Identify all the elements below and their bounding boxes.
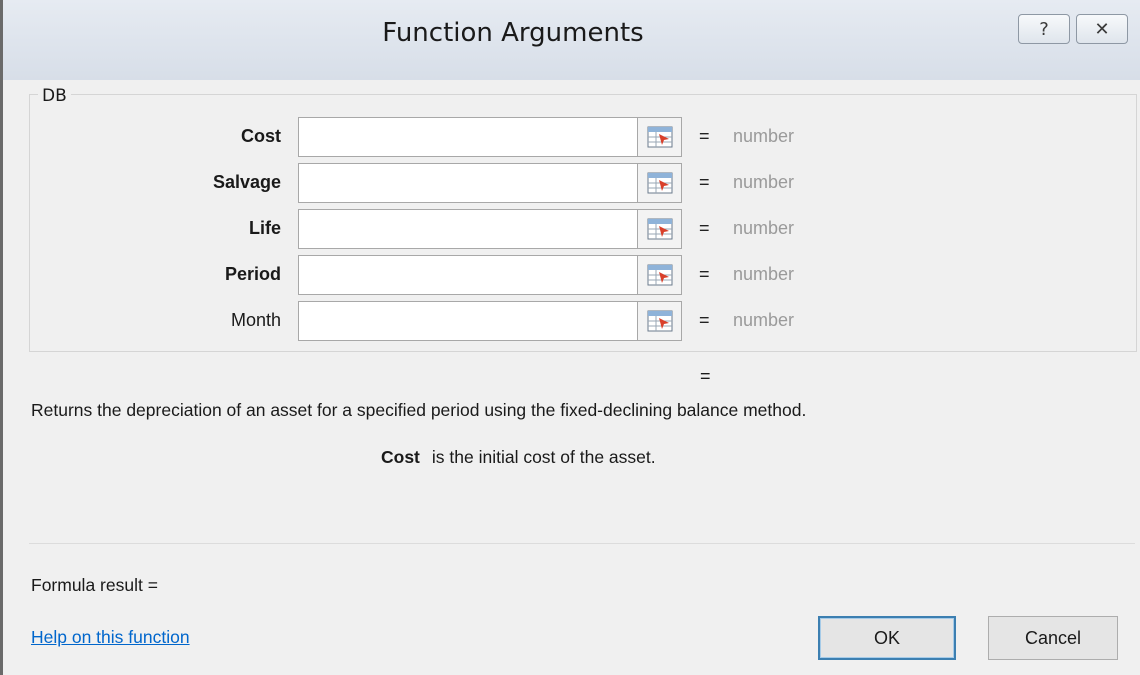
close-button[interactable]: ✕	[1076, 14, 1128, 44]
collapse-dialog-button-cost[interactable]	[638, 117, 682, 157]
argument-description: Cost is the initial cost of the asset.	[381, 447, 656, 468]
argument-description-text: is the initial cost of the asset.	[431, 447, 656, 467]
month-input[interactable]	[298, 301, 638, 341]
function-description: Returns the depreciation of an asset for…	[31, 400, 807, 420]
cost-input[interactable]	[298, 117, 638, 157]
arg-equals-salvage: =	[699, 172, 710, 192]
title-bar[interactable]: Function Arguments ? ✕	[3, 0, 1140, 80]
arg-row-salvage: Salvage = number	[153, 163, 1053, 203]
arg-equals-cost: =	[699, 126, 710, 146]
arg-equals-month: =	[699, 310, 710, 330]
arg-label-cost: Cost	[241, 126, 281, 146]
footer-divider	[29, 543, 1135, 544]
arg-row-life: Life = number	[153, 209, 1053, 249]
question-mark-icon: ?	[1039, 18, 1049, 40]
formula-result: Formula result =	[31, 575, 158, 595]
range-select-icon	[647, 218, 672, 240]
arg-row-month: Month = number	[153, 301, 1053, 341]
arg-hint-salvage: number	[733, 172, 795, 192]
arg-hint-period: number	[733, 264, 795, 284]
range-select-icon	[647, 172, 672, 194]
close-icon: ✕	[1094, 18, 1110, 40]
range-select-icon	[647, 126, 672, 148]
arg-row-period: Period = number	[153, 255, 1053, 295]
arg-row-cost: Cost = number	[153, 117, 1053, 157]
dialog-title: Function Arguments	[382, 18, 644, 48]
collapse-dialog-button-salvage[interactable]	[638, 163, 682, 203]
collapse-dialog-button-month[interactable]	[638, 301, 682, 341]
cancel-button[interactable]: Cancel	[988, 616, 1118, 660]
salvage-input[interactable]	[298, 163, 638, 203]
arg-hint-life: number	[733, 218, 795, 238]
arg-label-life: Life	[248, 218, 281, 238]
life-input[interactable]	[298, 209, 638, 249]
function-name: DB	[38, 86, 71, 106]
arg-hint-month: number	[733, 310, 795, 330]
arg-label-month: Month	[230, 310, 281, 330]
arg-equals-period: =	[699, 264, 710, 284]
function-result-equals: =	[700, 366, 711, 386]
arg-hint-cost: number	[733, 126, 795, 146]
period-input[interactable]	[298, 255, 638, 295]
help-on-function-link[interactable]: Help on this function	[31, 627, 190, 648]
ok-button[interactable]: OK	[818, 616, 956, 660]
arg-label-salvage: Salvage	[212, 172, 281, 192]
help-button[interactable]: ?	[1018, 14, 1070, 44]
range-select-icon	[647, 264, 672, 286]
collapse-dialog-button-life[interactable]	[638, 209, 682, 249]
collapse-dialog-button-period[interactable]	[638, 255, 682, 295]
function-arguments-dialog: Function Arguments ? ✕ DB Cost = number …	[0, 0, 1140, 675]
arg-equals-life: =	[699, 218, 710, 238]
argument-description-name: Cost	[381, 447, 420, 467]
range-select-icon	[647, 310, 672, 332]
arg-label-period: Period	[224, 264, 281, 284]
